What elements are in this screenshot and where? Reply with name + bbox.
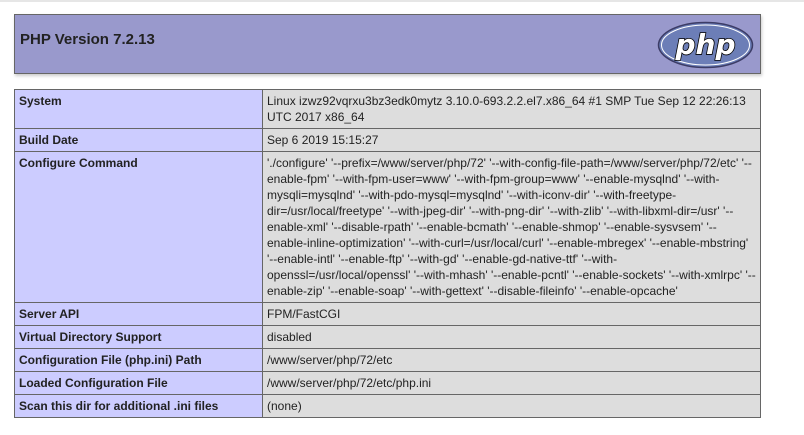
row-key: Virtual Directory Support (14, 325, 263, 349)
table-row: System Linux izwz92vqrxu3bz3edk0mytz 3.1… (14, 89, 761, 129)
row-key: Scan this dir for additional .ini files (14, 394, 263, 418)
page-title: PHP Version 7.2.13 (20, 31, 155, 48)
php-info-table: System Linux izwz92vqrxu3bz3edk0mytz 3.1… (14, 89, 761, 418)
table-row: Configure Command './configure' '--prefi… (14, 151, 761, 303)
row-key: System (14, 89, 263, 129)
row-value: /www/server/php/72/etc/php.ini (262, 371, 761, 395)
row-value: './configure' '--prefix=/www/server/php/… (262, 151, 761, 303)
row-key: Server API (14, 302, 263, 326)
table-row: Server API FPM/FastCGI (14, 302, 761, 326)
php-logo-text: php (674, 28, 735, 61)
top-divider (0, 0, 804, 2)
row-value: disabled (262, 325, 761, 349)
row-value: Linux izwz92vqrxu3bz3edk0mytz 3.10.0-693… (262, 89, 761, 129)
php-version-header: PHP Version 7.2.13 php (14, 14, 761, 74)
row-value: /www/server/php/72/etc (262, 348, 761, 372)
row-key: Build Date (14, 128, 263, 152)
row-value: (none) (262, 394, 761, 418)
table-row: Loaded Configuration File /www/server/ph… (14, 371, 761, 395)
table-row: Build Date Sep 6 2019 15:15:27 (14, 128, 761, 152)
row-value: FPM/FastCGI (262, 302, 761, 326)
table-row: Virtual Directory Support disabled (14, 325, 761, 349)
row-value: Sep 6 2019 15:15:27 (262, 128, 761, 152)
row-key: Configuration File (php.ini) Path (14, 348, 263, 372)
row-key: Loaded Configuration File (14, 371, 263, 395)
table-row: Configuration File (php.ini) Path /www/s… (14, 348, 761, 372)
table-row: Scan this dir for additional .ini files … (14, 394, 761, 418)
php-logo-icon[interactable]: php (657, 21, 754, 69)
row-key: Configure Command (14, 151, 263, 303)
